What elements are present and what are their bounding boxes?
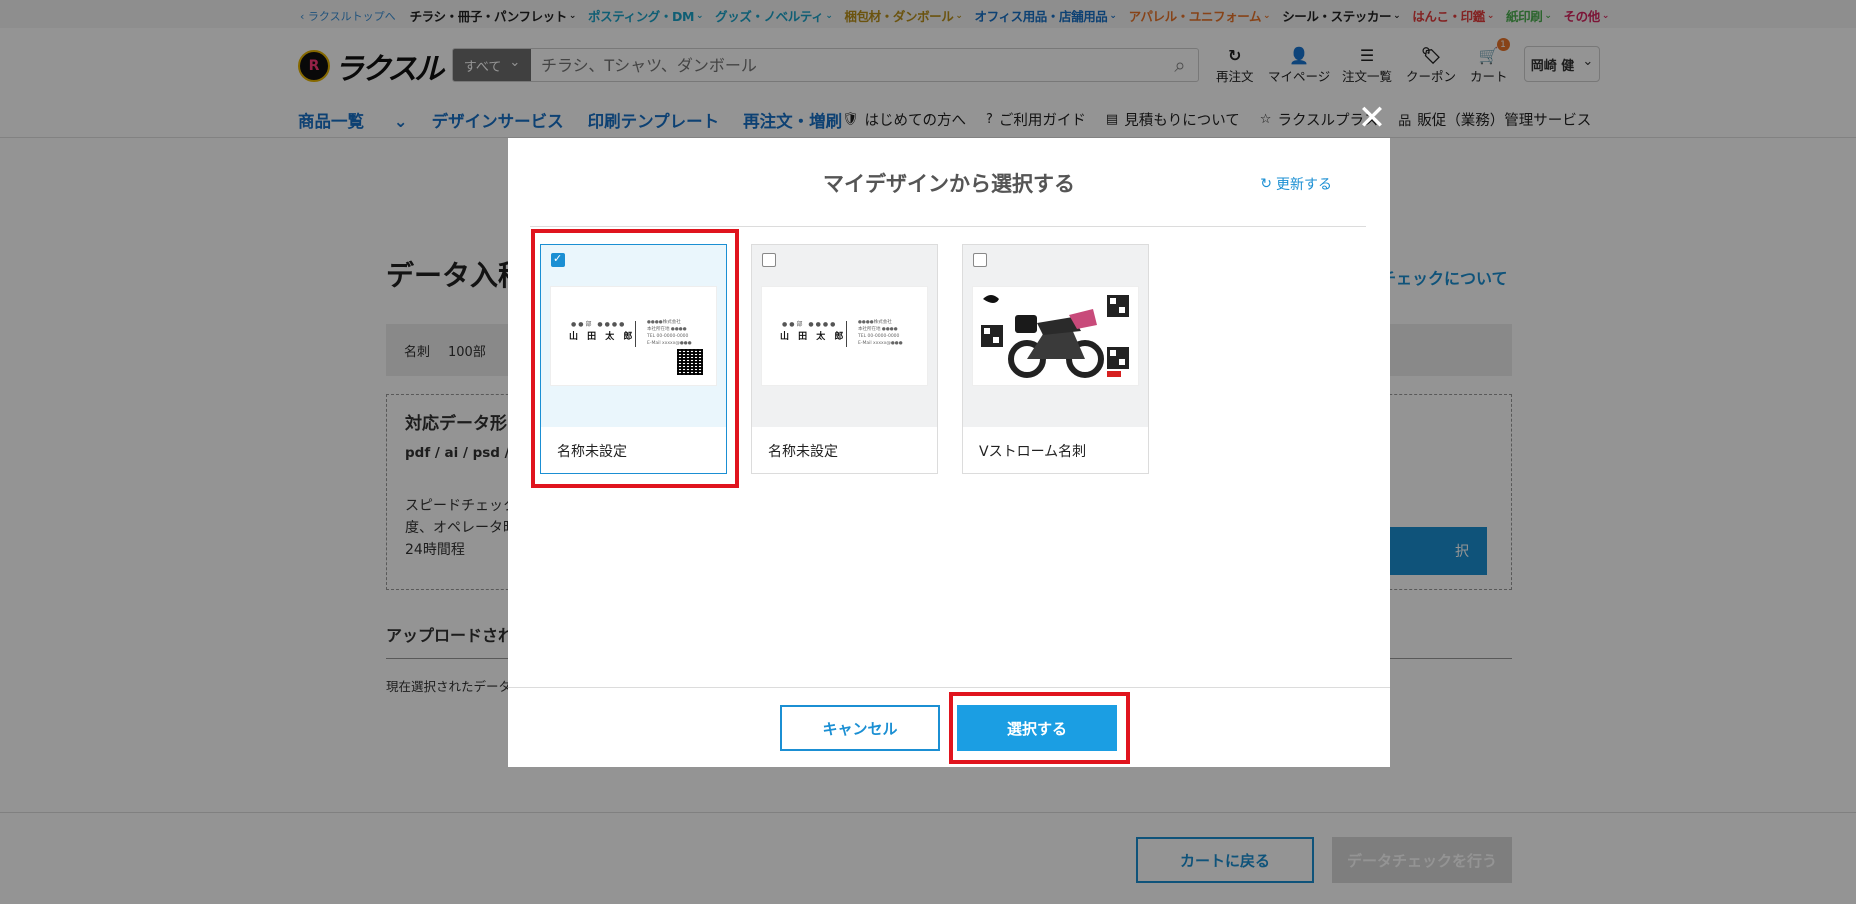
design-checkbox[interactable]	[762, 253, 776, 267]
close-icon[interactable]: ✕	[1356, 101, 1388, 135]
business-card-thumbnail: ●●部 ●●●● 山 田 太 郎 ●●●●株式会社 本社所在地 ●●●● TEL 0…	[761, 286, 928, 386]
refresh-button[interactable]: ↻ 更新する	[1260, 174, 1332, 194]
modal-divider	[530, 226, 1366, 227]
design-card[interactable]: ●●部 ●●●● 山 田 太 郎 ●●●●株式会社本社所在地 ●●●●TEL 0…	[751, 244, 938, 474]
design-name: 名称未設定	[768, 444, 838, 460]
design-name: Vストローム名刺	[979, 444, 1087, 460]
cancel-button[interactable]: キャンセル	[780, 705, 940, 751]
motorcycle-card-thumbnail	[972, 286, 1139, 386]
select-button-highlight-box	[949, 692, 1130, 764]
design-card[interactable]: Vストローム名刺	[962, 244, 1149, 474]
refresh-icon: ↻	[1260, 176, 1272, 192]
modal-footer-divider	[508, 687, 1390, 688]
design-checkbox[interactable]	[973, 253, 987, 267]
modal-title: マイデザインから選択する	[823, 172, 1075, 196]
motorcycle-image	[973, 287, 1138, 385]
selection-highlight-box	[531, 229, 739, 488]
